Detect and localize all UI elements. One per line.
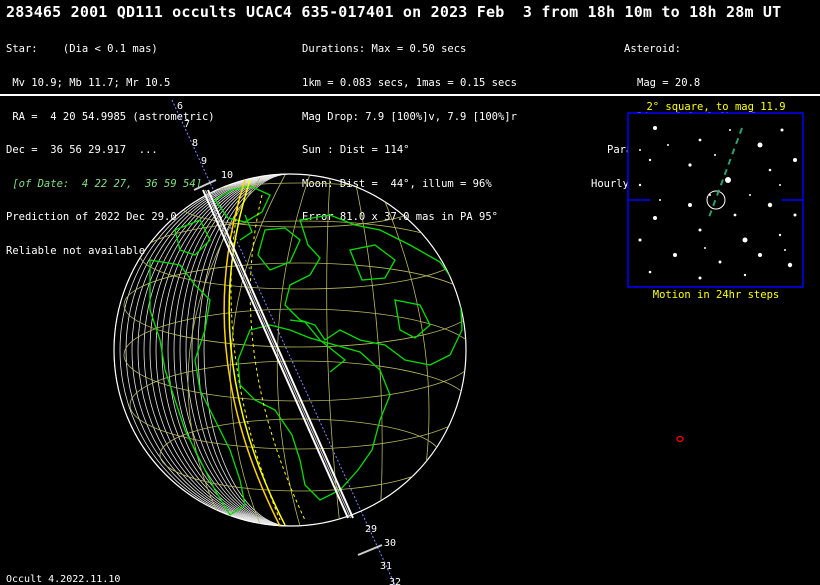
tick-label: 10 [221, 170, 233, 181]
tick-label: 29 [365, 524, 377, 535]
path-tick [357, 544, 383, 556]
inset-title: 2° square, to mag 11.9 [646, 101, 786, 113]
tick-label: 31 [380, 561, 392, 572]
shadow-path-edge [202, 189, 349, 519]
tick-label: 30 [384, 538, 396, 549]
tick-label: 9 [201, 156, 207, 167]
tick-label: 7 [184, 119, 190, 130]
path-centerline [171, 99, 396, 585]
inset-footer: Motion in 24hr steps [652, 289, 780, 301]
shadow-path-edge [207, 189, 354, 519]
coastlines [149, 185, 463, 516]
version-footer: Occult 4.2022.11.10 [6, 574, 121, 585]
tick-label: 6 [177, 101, 183, 112]
red-marker [676, 435, 684, 443]
tick-label: 32 [389, 577, 401, 585]
tick-label: 8 [192, 138, 198, 149]
star-field-inset [627, 112, 804, 288]
